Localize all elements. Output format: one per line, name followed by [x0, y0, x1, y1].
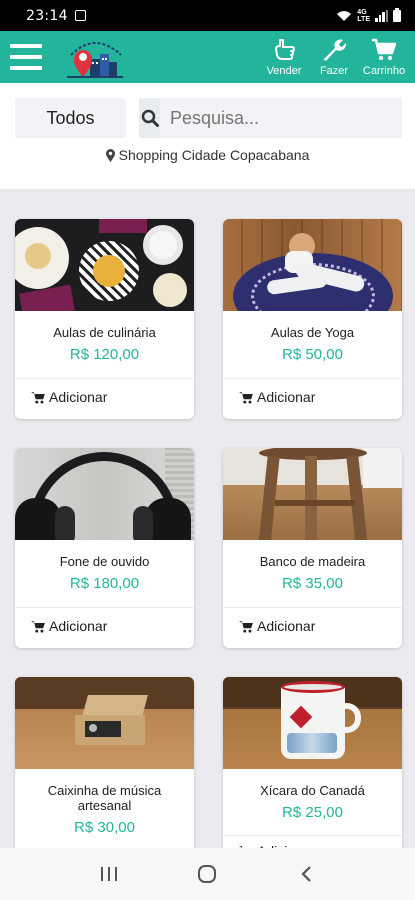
product-price: R$ 50,00: [282, 346, 343, 363]
location-text: Shopping Cidade Copacabana: [118, 147, 310, 163]
app-header: Vender Fazer Carrinho: [0, 31, 415, 83]
status-icons: 4G LTE: [336, 7, 401, 23]
add-label: Adicionar: [49, 618, 108, 634]
yoga-mat-photo[interactable]: [223, 219, 402, 311]
cart-icon: [372, 38, 397, 61]
make-button[interactable]: Fazer: [309, 37, 359, 77]
cart-button[interactable]: Carrinho: [359, 37, 409, 77]
wifi-icon: [337, 10, 352, 21]
card-divider: [15, 607, 194, 608]
add-label: Adicionar: [49, 389, 108, 405]
cart-icon: [31, 620, 45, 633]
product-price: R$ 35,00: [282, 575, 343, 592]
wooden-stool-photo[interactable]: [223, 448, 402, 540]
system-nav-bar: [0, 848, 415, 900]
cart-icon: [239, 620, 253, 633]
product-card[interactable]: Fone de ouvido R$ 180,00 Adicionar: [15, 448, 194, 648]
product-card[interactable]: Aulas de Yoga R$ 50,00 Adicionar: [223, 219, 402, 419]
search-icon[interactable]: [139, 98, 160, 138]
signal-icon: [375, 9, 388, 22]
screen: 23:14 4G LTE Vender Fazer Carrinho Todos…: [0, 0, 415, 900]
hand-point-icon: [275, 39, 295, 60]
network-label: 4G: [357, 8, 367, 16]
make-label: Fazer: [319, 65, 349, 77]
product-card[interactable]: Aulas de culinária R$ 120,00 Adicionar: [15, 219, 194, 419]
header-actions: Vender Fazer Carrinho: [259, 37, 409, 77]
sell-label: Vender: [266, 65, 302, 77]
music-box-photo[interactable]: [15, 677, 194, 769]
search-box: [139, 98, 402, 138]
notification-icon: [74, 10, 86, 21]
home-icon[interactable]: [187, 859, 227, 889]
add-to-cart-button[interactable]: Adicionar: [239, 618, 315, 634]
card-divider: [223, 835, 402, 836]
battery-icon: [393, 7, 401, 22]
canada-mug-photo[interactable]: [223, 677, 402, 769]
product-price: R$ 180,00: [69, 575, 140, 592]
add-to-cart-button[interactable]: Adicionar: [31, 389, 107, 405]
add-label: Adicionar: [257, 618, 316, 634]
product-name: Aulas de culinária: [53, 325, 156, 340]
cooking-table-photo[interactable]: [15, 219, 194, 311]
cart-icon: [239, 391, 253, 404]
status-bar: 23:14 4G LTE: [0, 0, 415, 31]
location-label[interactable]: Shopping Cidade Copacabana: [0, 147, 415, 163]
back-icon[interactable]: [286, 859, 326, 889]
add-to-cart-button[interactable]: Adicionar: [239, 389, 315, 405]
cart-label: Carrinho: [362, 65, 406, 77]
network-type: 4G LTE: [357, 9, 370, 23]
sell-button[interactable]: Vender: [259, 37, 309, 77]
card-divider: [223, 378, 402, 379]
network-sub-label: LTE: [357, 15, 370, 23]
filter-bar: Todos Shopping Cidade Copacabana: [0, 83, 415, 189]
cart-icon: [31, 391, 45, 404]
category-select[interactable]: Todos: [15, 98, 126, 138]
app-logo[interactable]: [63, 35, 127, 79]
product-card[interactable]: Banco de madeira R$ 35,00 Adicionar: [223, 448, 402, 648]
menu-icon[interactable]: [10, 44, 42, 70]
product-name: Banco de madeira: [259, 554, 366, 569]
product-name: Caixinha de música artesanal: [47, 783, 162, 813]
add-label: Adicionar: [257, 389, 316, 405]
search-input[interactable]: [160, 98, 402, 138]
map-marker-icon: [105, 148, 115, 162]
status-time: 23:14: [26, 7, 68, 24]
card-divider: [15, 378, 194, 379]
product-name: Xícara do Canadá: [260, 783, 365, 798]
add-to-cart-button[interactable]: Adicionar: [31, 618, 107, 634]
product-price: R$ 30,00: [74, 819, 135, 836]
product-name: Fone de ouvido: [59, 554, 150, 569]
product-name: Aulas de Yoga: [270, 325, 355, 340]
card-divider: [223, 607, 402, 608]
recent-apps-icon[interactable]: [89, 859, 129, 889]
product-price: R$ 120,00: [69, 346, 140, 363]
headphones-photo[interactable]: [15, 448, 194, 540]
product-price: R$ 25,00: [282, 804, 343, 821]
wrench-icon: [323, 39, 346, 61]
